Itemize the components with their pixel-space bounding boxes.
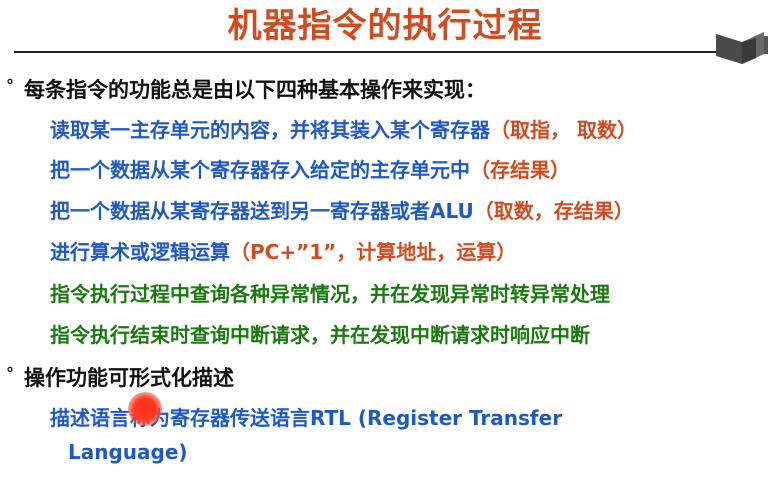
sub-item-2-suffix: （存结果）: [470, 158, 570, 182]
bullet-main-1: ° 每条指令的功能总是由以下四种基本操作来实现：: [6, 76, 486, 104]
sub-item-3-text: 把一个数据从某寄存器送到另一寄存器或者ALU: [50, 199, 474, 223]
sub-item-7: 描述语言称为寄存器传送语言RTL (Register Transfer: [50, 404, 562, 432]
sub-item-6: 指令执行结束时查询中断请求，并在发现中断请求时响应中断: [50, 321, 590, 349]
sub-item-6-text: 指令执行结束时查询中断请求，并在发现中断请求时响应中断: [50, 323, 590, 347]
slide-title: 机器指令的执行过程: [227, 6, 543, 46]
bullet-main-1-text: 每条指令的功能总是由以下四种基本操作来实现：: [24, 78, 486, 102]
slide: 机器指令的执行过程 ° 每条指令的功能总是由以下四种基本操作来实现： 读取某一主存…: [0, 0, 770, 502]
bullet-main-2-text: 操作功能可形式化描述: [24, 366, 234, 390]
sub-item-7-continued: Language): [68, 438, 188, 466]
book-logo-icon: [716, 32, 768, 64]
sub-item-7-continued-text: Language): [68, 440, 188, 464]
bullet-main-2: ° 操作功能可形式化描述: [6, 364, 234, 392]
sub-item-5: 指令执行过程中查询各种异常情况，并在发现异常时转异常处理: [50, 280, 610, 308]
sub-item-4-suffix: （PC+”1”，计算地址，运算）: [230, 240, 517, 264]
sub-item-1-text: 读取某一主存单元的内容，并将其装入某个寄存器: [50, 118, 490, 142]
bullet-marker: °: [6, 76, 14, 95]
sub-item-4: 进行算术或逻辑运算（PC+”1”，计算地址，运算）: [50, 238, 516, 266]
sub-item-5-text: 指令执行过程中查询各种异常情况，并在发现异常时转异常处理: [50, 282, 610, 306]
sub-item-2: 把一个数据从某个寄存器存入给定的主存单元中（存结果）: [50, 156, 570, 184]
sub-item-2-text: 把一个数据从某个寄存器存入给定的主存单元中: [50, 158, 470, 182]
sub-item-3: 把一个数据从某寄存器送到另一寄存器或者ALU（取数，存结果）: [50, 197, 634, 225]
bullet-marker: °: [6, 364, 14, 383]
sub-item-3-suffix: （取数，存结果）: [473, 199, 634, 223]
sub-item-1: 读取某一主存单元的内容，并将其装入某个寄存器（取指， 取数）: [50, 116, 637, 144]
sub-item-4-text: 进行算术或逻辑运算: [50, 240, 230, 264]
sub-item-7-text: 描述语言称为寄存器传送语言RTL (Register Transfer: [50, 406, 563, 430]
title-divider: [14, 51, 724, 53]
sub-item-1-suffix: （取指， 取数）: [490, 118, 637, 142]
